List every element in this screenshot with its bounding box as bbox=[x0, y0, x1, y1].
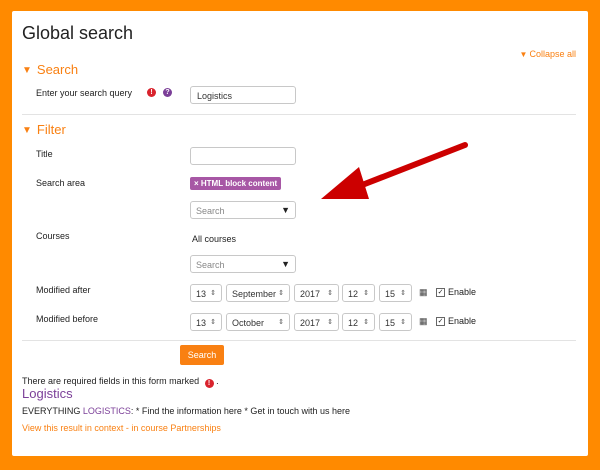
updown-icon: ⇕ bbox=[400, 319, 406, 326]
updown-icon: ⇕ bbox=[210, 290, 216, 297]
filter-section-toggle[interactable]: ▼ Filter bbox=[22, 122, 66, 137]
search-query-label: Enter your search query bbox=[36, 88, 133, 98]
search-area-placeholder: Search bbox=[196, 206, 225, 216]
updown-icon: ⇕ bbox=[363, 290, 369, 297]
modified-after-hour-select[interactable]: 12 ⇕ bbox=[342, 284, 375, 302]
updown-icon: ⇕ bbox=[400, 290, 406, 297]
search-button[interactable]: Search bbox=[180, 345, 224, 365]
collapse-triangle-icon: ▼ bbox=[519, 50, 528, 59]
checkbox-checked-icon[interactable]: ✓ bbox=[436, 288, 445, 298]
annotation-arrow-icon bbox=[321, 142, 468, 199]
minute-value: 15 bbox=[385, 289, 396, 299]
month-value: October bbox=[232, 318, 265, 328]
courses-label: Courses bbox=[36, 231, 70, 241]
courses-value: All courses bbox=[192, 234, 237, 244]
modified-before-year-select[interactable]: 2017 ⇕ bbox=[294, 313, 339, 331]
day-value: 13 bbox=[196, 318, 207, 328]
footnote-end: . bbox=[216, 376, 219, 386]
modified-after-minute-select[interactable]: 15 ⇕ bbox=[379, 284, 412, 302]
calendar-icon[interactable]: ▦ bbox=[419, 287, 428, 298]
dropdown-caret-icon: ▼ bbox=[281, 259, 290, 269]
enable-label: Enable bbox=[448, 316, 477, 326]
section-expanded-icon: ▼ bbox=[22, 125, 32, 136]
updown-icon: ⇕ bbox=[363, 319, 369, 326]
updown-icon: ⇕ bbox=[278, 319, 284, 326]
title-label: Title bbox=[36, 149, 53, 159]
minute-value: 15 bbox=[385, 318, 396, 328]
help-icon[interactable]: ? bbox=[163, 88, 172, 97]
updown-icon: ⇕ bbox=[327, 290, 333, 297]
required-icon: ! bbox=[147, 88, 156, 97]
search-query-input[interactable]: Logistics bbox=[190, 86, 296, 104]
modified-before-minute-select[interactable]: 15 ⇕ bbox=[379, 313, 412, 331]
result-title-link[interactable]: Logistics bbox=[22, 386, 73, 401]
search-area-label: Search area bbox=[36, 178, 86, 188]
courses-select[interactable]: Search ▼ bbox=[190, 255, 296, 273]
dropdown-caret-icon: ▼ bbox=[281, 205, 290, 215]
search-page: Global search ▼ Collapse all ▼ Search Ente… bbox=[12, 11, 588, 456]
courses-placeholder: Search bbox=[196, 260, 225, 270]
enable-label: Enable bbox=[448, 287, 477, 297]
title-input[interactable] bbox=[190, 147, 296, 165]
snippet-highlight: LOGISTICS bbox=[82, 406, 131, 416]
required-icon: ! bbox=[204, 379, 214, 388]
checkbox-checked-icon[interactable]: ✓ bbox=[436, 317, 445, 327]
snippet-suffix: : * Find the information here * Get in t… bbox=[130, 406, 350, 416]
day-value: 13 bbox=[196, 289, 207, 299]
search-section-toggle[interactable]: ▼ Search bbox=[22, 62, 78, 77]
updown-icon: ⇕ bbox=[210, 319, 216, 326]
search-area-tag[interactable]: × HTML block content bbox=[190, 177, 282, 190]
modified-after-label: Modified after bbox=[36, 285, 91, 295]
result-snippet: EVERYTHING LOGISTICS: * Find the informa… bbox=[22, 406, 350, 416]
hour-value: 12 bbox=[348, 289, 359, 299]
course-link[interactable]: in course Partnerships bbox=[131, 423, 221, 433]
hour-value: 12 bbox=[348, 318, 359, 328]
collapse-all-link[interactable]: ▼ Collapse all bbox=[520, 49, 576, 59]
modified-before-enable[interactable]: ✓ Enable bbox=[436, 316, 477, 327]
modified-after-enable[interactable]: ✓ Enable bbox=[436, 287, 477, 298]
search-area-select[interactable]: Search ▼ bbox=[190, 201, 296, 219]
year-value: 2017 bbox=[300, 289, 321, 299]
updown-icon: ⇕ bbox=[278, 290, 284, 297]
divider bbox=[22, 340, 576, 341]
modified-before-hour-select[interactable]: 12 ⇕ bbox=[342, 313, 375, 331]
page-title: Global search bbox=[22, 23, 134, 43]
result-links: View this result in context - in course … bbox=[22, 423, 221, 433]
modified-before-day-select[interactable]: 13 ⇕ bbox=[190, 313, 222, 331]
modified-after-month-select[interactable]: September ⇕ bbox=[226, 284, 290, 302]
calendar-icon[interactable]: ▦ bbox=[419, 316, 428, 327]
divider bbox=[22, 114, 576, 115]
section-expanded-icon: ▼ bbox=[22, 65, 32, 76]
month-value: September bbox=[232, 289, 277, 299]
view-in-context-link[interactable]: View this result in context bbox=[22, 423, 123, 433]
year-value: 2017 bbox=[300, 318, 321, 328]
modified-before-month-select[interactable]: October ⇕ bbox=[226, 313, 290, 331]
footnote-text: There are required fields in this form m… bbox=[22, 376, 200, 386]
modified-after-year-select[interactable]: 2017 ⇕ bbox=[294, 284, 339, 302]
updown-icon: ⇕ bbox=[327, 319, 333, 326]
snippet-prefix: EVERYTHING bbox=[22, 406, 83, 416]
search-section-heading: Search bbox=[36, 62, 79, 77]
filter-section-heading: Filter bbox=[36, 122, 66, 137]
modified-after-day-select[interactable]: 13 ⇕ bbox=[190, 284, 222, 302]
modified-before-label: Modified before bbox=[36, 314, 99, 324]
collapse-all-label: Collapse all bbox=[529, 49, 576, 59]
